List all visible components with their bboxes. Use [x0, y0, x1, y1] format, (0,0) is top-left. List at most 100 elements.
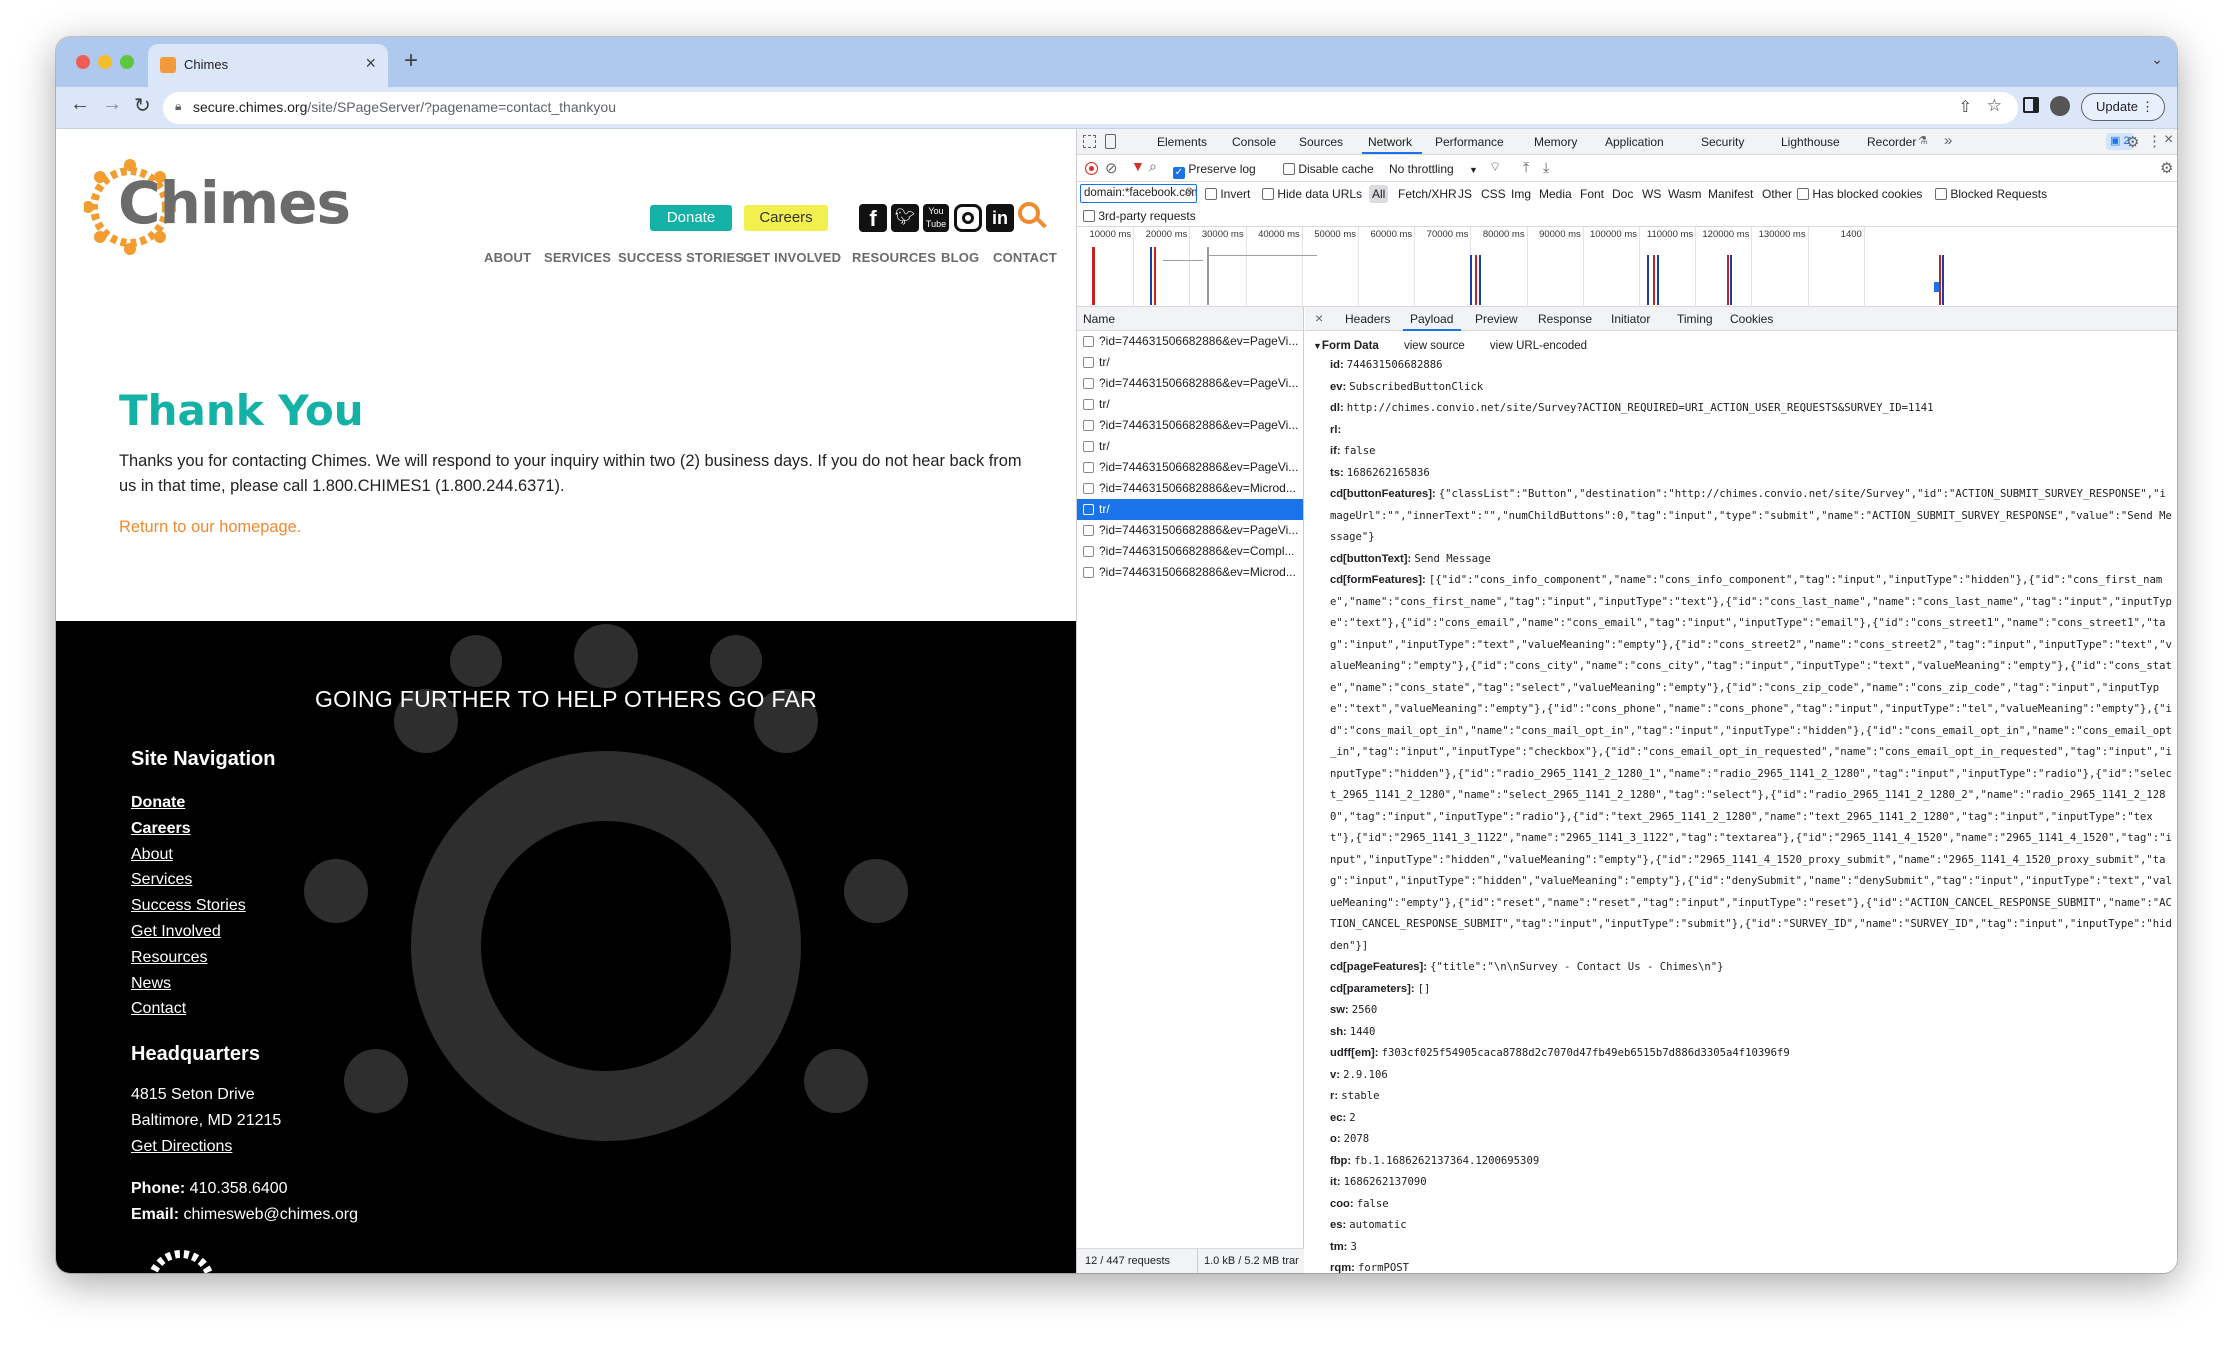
- payload-row[interactable]: sw: 2560: [1305, 1000, 2177, 1022]
- filter-funnel-icon[interactable]: ▼: [1131, 158, 1145, 174]
- network-conditions-icon[interactable]: ⌔: [1489, 159, 1501, 175]
- devtools-tab-security[interactable]: Security: [1701, 135, 1744, 149]
- footer-link-success-stories[interactable]: Success Stories: [131, 893, 246, 919]
- footer-link-services[interactable]: Services: [131, 867, 246, 893]
- homepage-link[interactable]: Return to our homepage.: [119, 518, 301, 537]
- name-column-header[interactable]: Name: [1077, 307, 1303, 331]
- payload-row[interactable]: udff[em]: f303cf025f54905caca8788d2c7070…: [1305, 1043, 2177, 1065]
- devtools-tab-console[interactable]: Console: [1232, 135, 1276, 149]
- email-value[interactable]: chimesweb@chimes.org: [183, 1206, 358, 1223]
- devtools-tab-network[interactable]: Network: [1368, 135, 1412, 149]
- network-settings-icon[interactable]: ⚙: [2160, 159, 2173, 177]
- preserve-log-checkbox[interactable]: ✓ Preserve log: [1173, 162, 1256, 179]
- payload-row[interactable]: coo: false: [1305, 1194, 2177, 1216]
- network-overview-timeline[interactable]: 10000 ms 20000 ms 30000 ms 40000 ms 50000 ms…: [1077, 227, 2177, 307]
- forward-icon[interactable]: →: [102, 93, 122, 116]
- search-network-icon[interactable]: ⌕: [1149, 158, 1157, 175]
- type-filter-font[interactable]: Font: [1580, 187, 1604, 201]
- back-icon[interactable]: ←: [70, 93, 90, 116]
- disable-cache-checkbox[interactable]: Disable cache: [1283, 162, 1374, 176]
- type-filter-fetch-xhr[interactable]: Fetch/XHR: [1398, 187, 1457, 201]
- detail-tab-response[interactable]: Response: [1538, 312, 1592, 326]
- request-row[interactable]: tr/: [1077, 436, 1303, 457]
- payload-row[interactable]: rqm: formPOST: [1305, 1258, 2177, 1273]
- request-row[interactable]: ?id=744631506682886&ev=PageVi...: [1077, 457, 1303, 478]
- nav-success-stories[interactable]: SUCCESS STORIES: [618, 250, 744, 265]
- careers-button[interactable]: Careers: [744, 205, 828, 231]
- type-filter-manifest[interactable]: Manifest: [1708, 187, 1753, 201]
- side-panel-icon[interactable]: [2023, 97, 2039, 113]
- clear-filter-icon[interactable]: ⊗: [1185, 186, 1193, 197]
- update-button[interactable]: Update ⋮: [2081, 93, 2165, 121]
- payload-row[interactable]: o: 2078: [1305, 1129, 2177, 1151]
- devtools-close-icon[interactable]: ×: [2164, 131, 2173, 149]
- payload-row[interactable]: ec: 2: [1305, 1108, 2177, 1130]
- close-tab-icon[interactable]: ×: [365, 53, 376, 74]
- nav-blog[interactable]: BLOG: [941, 250, 979, 265]
- footer-link-contact[interactable]: Contact: [131, 996, 246, 1022]
- import-har-icon[interactable]: ⤒: [1523, 159, 1529, 176]
- payload-row[interactable]: tm: 3: [1305, 1237, 2177, 1259]
- detail-tab-timing[interactable]: Timing: [1677, 312, 1713, 326]
- devtools-gear-icon[interactable]: ⚙: [2126, 133, 2139, 151]
- profile-avatar[interactable]: [2050, 96, 2070, 116]
- devtools-tab-lighthouse[interactable]: Lighthouse: [1781, 135, 1840, 149]
- type-filter-ws[interactable]: WS: [1642, 187, 1661, 201]
- hide-data-urls-checkbox[interactable]: Hide data URLs: [1262, 187, 1362, 201]
- footer-link-donate[interactable]: Donate: [131, 790, 246, 816]
- footer-link-resources[interactable]: Resources: [131, 945, 246, 971]
- payload-row[interactable]: cd[parameters]: []: [1305, 979, 2177, 1001]
- record-stop-icon[interactable]: [1085, 162, 1098, 175]
- donate-button[interactable]: Donate: [650, 205, 732, 231]
- devtools-menu-icon[interactable]: ⋮: [2147, 132, 2162, 150]
- minimize-window-button[interactable]: [98, 55, 112, 69]
- request-row[interactable]: ?id=744631506682886&ev=PageVi...: [1077, 373, 1303, 394]
- device-toolbar-icon[interactable]: [1105, 134, 1116, 149]
- payload-row[interactable]: cd[buttonText]: Send Message: [1305, 549, 2177, 571]
- devtools-tab-application[interactable]: Application: [1605, 135, 1664, 149]
- instagram-icon[interactable]: [954, 204, 982, 232]
- payload-row[interactable]: cd[pageFeatures]: {"title":"\n\nSurvey -…: [1305, 957, 2177, 979]
- third-party-checkbox[interactable]: 3rd-party requests: [1083, 209, 1196, 223]
- zoom-window-button[interactable]: [120, 55, 134, 69]
- request-row[interactable]: ?id=744631506682886&ev=PageVi...: [1077, 331, 1303, 352]
- payload-row[interactable]: cd[buttonFeatures]: {"classList":"Button…: [1305, 484, 2177, 549]
- throttling-select[interactable]: No throttling ▼: [1389, 162, 1478, 176]
- inspect-element-icon[interactable]: [1083, 135, 1096, 148]
- get-directions-link[interactable]: Get Directions: [131, 1138, 232, 1156]
- type-filter-wasm[interactable]: Wasm: [1668, 187, 1702, 201]
- detail-tab-preview[interactable]: Preview: [1475, 312, 1518, 326]
- nav-about[interactable]: ABOUT: [484, 250, 531, 265]
- site-logo[interactable]: Chimes: [84, 151, 351, 261]
- payload-row[interactable]: ts: 1686262165836: [1305, 463, 2177, 485]
- invert-checkbox[interactable]: Invert: [1205, 187, 1250, 201]
- bookmark-star-icon[interactable]: ☆: [1987, 96, 2002, 116]
- nav-resources[interactable]: RESOURCES: [852, 250, 936, 265]
- clear-log-icon[interactable]: ⊘: [1105, 159, 1118, 177]
- share-icon[interactable]: ⇧: [1959, 97, 1972, 117]
- detail-tab-initiator[interactable]: Initiator: [1611, 312, 1650, 326]
- payload-row[interactable]: ev: SubscribedButtonClick: [1305, 377, 2177, 399]
- devtools-tab-memory[interactable]: Memory: [1534, 135, 1577, 149]
- payload-row[interactable]: rl:: [1305, 420, 2177, 442]
- payload-row[interactable]: id: 744631506682886: [1305, 355, 2177, 377]
- request-row[interactable]: ?id=744631506682886&ev=Microd...: [1077, 562, 1303, 583]
- address-bar[interactable]: 🔒︎ secure.chimes.org/site/SPageServer/?p…: [163, 92, 2018, 124]
- youtube-icon[interactable]: You Tube: [923, 204, 949, 232]
- payload-row[interactable]: es: automatic: [1305, 1215, 2177, 1237]
- reload-icon[interactable]: ↻: [134, 93, 151, 118]
- payload-row[interactable]: fbp: fb.1.1686262137364.1200695309: [1305, 1151, 2177, 1173]
- type-filter-media[interactable]: Media: [1539, 187, 1572, 201]
- filter-input[interactable]: domain:*facebook.com: [1080, 184, 1197, 203]
- payload-row[interactable]: dl: http://chimes.convio.net/site/Survey…: [1305, 398, 2177, 420]
- devtools-tab-recorder[interactable]: Recorder: [1867, 135, 1916, 149]
- close-window-button[interactable]: [76, 55, 90, 69]
- type-filter-doc[interactable]: Doc: [1612, 187, 1633, 201]
- browser-tab[interactable]: Chimes ×: [148, 44, 388, 87]
- payload-row[interactable]: if: false: [1305, 441, 2177, 463]
- payload-row[interactable]: sh: 1440: [1305, 1022, 2177, 1044]
- request-row[interactable]: ?id=744631506682886&ev=Microd...: [1077, 478, 1303, 499]
- detail-tab-payload[interactable]: Payload: [1410, 312, 1453, 326]
- footer-link-get-involved[interactable]: Get Involved: [131, 919, 246, 945]
- request-row[interactable]: tr/: [1077, 394, 1303, 415]
